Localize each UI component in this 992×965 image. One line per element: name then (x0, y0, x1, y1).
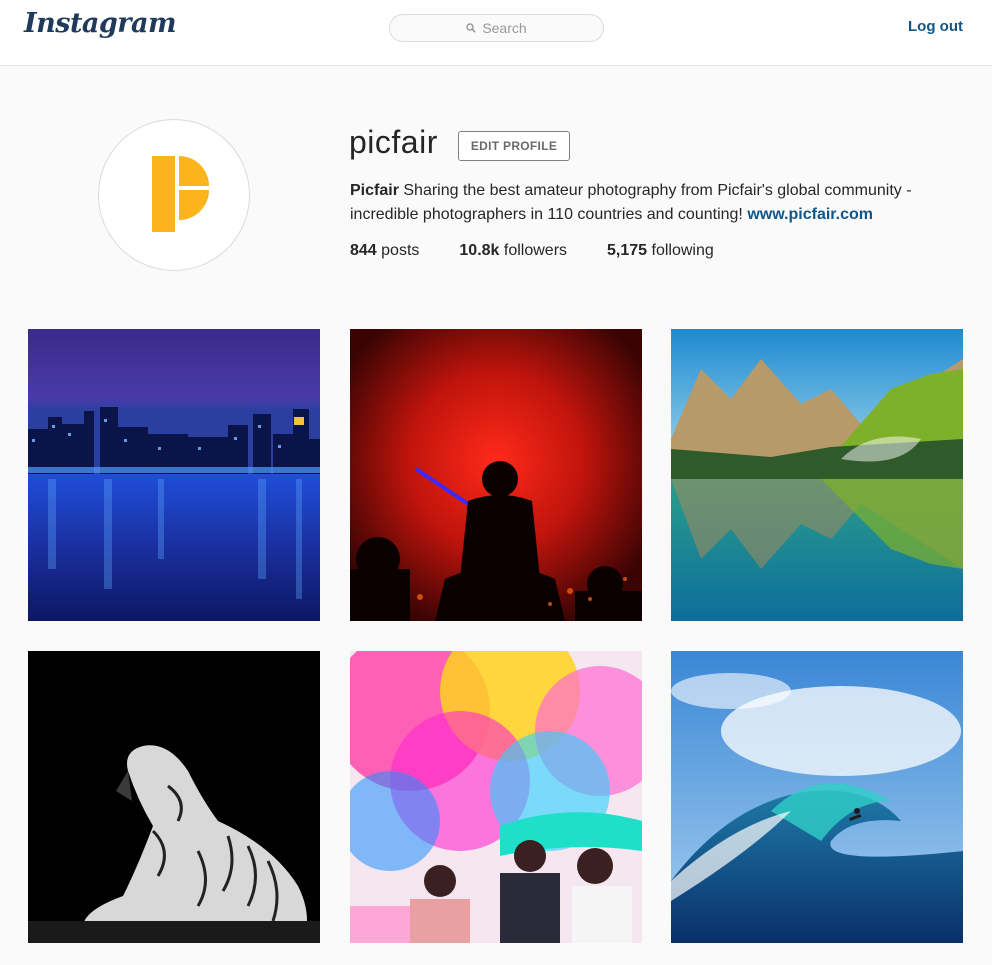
followers-stat[interactable]: 10.8k followers (459, 242, 567, 260)
logout-link[interactable]: Log out (908, 18, 963, 35)
followers-count: 10.8k (459, 242, 500, 259)
mountain-lake-image (671, 329, 963, 621)
bio-full-name: Picfair (350, 182, 399, 199)
posts-stat: 844 posts (350, 242, 419, 260)
photo-tile-mountain-lake[interactable] (671, 329, 963, 621)
following-stat[interactable]: 5,175 following (607, 242, 714, 260)
posts-label: posts (376, 242, 420, 259)
ocean-wave-image (671, 651, 963, 943)
color-festival-image (350, 651, 642, 943)
photo-tile-white-tiger[interactable] (28, 651, 320, 943)
edit-profile-button[interactable]: EDIT PROFILE (458, 131, 570, 161)
profile-username: picfair (349, 124, 438, 160)
picfair-logo-icon (152, 156, 209, 232)
photo-tile-city-skyline[interactable] (28, 329, 320, 621)
photo-tile-ocean-wave[interactable] (671, 651, 963, 943)
following-label: following (647, 242, 714, 259)
photo-tile-color-festival[interactable] (350, 651, 642, 943)
search-placeholder: Search (482, 20, 527, 36)
profile-stats: 844 posts 10.8k followers 5,175 followin… (350, 242, 754, 260)
concert-silhouette-image (350, 329, 642, 621)
top-navigation-bar: Instagram Search Log out (0, 0, 992, 66)
posts-count: 844 (350, 242, 377, 259)
search-input[interactable]: Search (389, 14, 604, 42)
bio-website-link[interactable]: www.picfair.com (747, 206, 873, 223)
profile-bio: Picfair Sharing the best amateur photogr… (350, 179, 960, 227)
photo-tile-red-concert[interactable] (350, 329, 642, 621)
followers-label: followers (499, 242, 568, 259)
avatar[interactable] (98, 119, 250, 271)
instagram-logo[interactable]: Instagram (24, 8, 177, 39)
following-count: 5,175 (607, 242, 648, 259)
white-tiger-image (28, 651, 320, 943)
search-icon (466, 23, 477, 33)
city-skyline-image (28, 329, 320, 621)
